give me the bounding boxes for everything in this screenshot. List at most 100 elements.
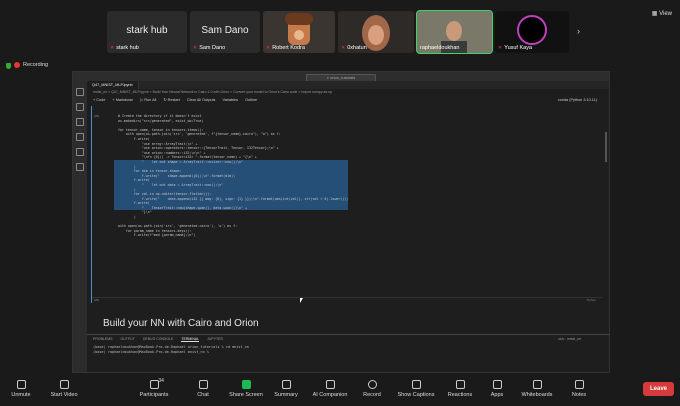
reactions-icon (455, 380, 465, 389)
apps-icon (492, 380, 502, 389)
terminal-instance-label[interactable]: zsh - mnist_nn (558, 335, 581, 343)
flask-icon[interactable] (76, 163, 84, 171)
mic-muted-icon: ✕ (266, 45, 271, 51)
leave-button[interactable]: Leave (642, 382, 674, 396)
search-icon[interactable] (76, 103, 84, 111)
toolbar-label: Share Screen (229, 392, 263, 398)
terminal-output[interactable]: (base) raphaeldoukhan@MacBook-Pro-de-Rap… (87, 343, 609, 357)
meeting-toolbar: Unmute Start Video 34 Participants Chat Share… (0, 376, 680, 406)
notebook-toolbar: + Code + Markdown ▷ Run All ↻ Restart Cl… (87, 96, 609, 104)
participant-display-name: stark hub (126, 25, 168, 36)
terminal-panel: PROBLEMS OUTPUT DEBUG CONSOLE TERMINAL JUPYT… (87, 334, 609, 372)
source-control-icon[interactable] (76, 118, 84, 126)
add-markdown-button[interactable]: + Markdown (112, 98, 133, 102)
summary-button[interactable]: Summary (268, 376, 304, 406)
clear-outputs-button[interactable]: Clear All Outputs (187, 98, 216, 102)
panel-tab-problems[interactable]: PROBLEMS (93, 337, 112, 341)
reactions-button[interactable]: Reactions (440, 376, 480, 406)
cell-language[interactable]: Python (587, 298, 596, 302)
ai-companion-icon (325, 380, 335, 389)
window-titlebar: ⌕ orion_tutorials (73, 72, 609, 82)
participant-name: Sam Dano (199, 45, 226, 51)
toolbar-label: Chat (197, 392, 209, 398)
recording-label: Recording (23, 62, 49, 68)
code-cell[interactable]: [35] # Create the directory if it doesn'… (91, 106, 602, 303)
restart-button[interactable]: ↻ Restart (163, 98, 179, 102)
breadcrumb[interactable]: mnist_nn > Q47_MNIST_MLP.ipynb > Build Y… (87, 89, 609, 96)
toolbar-label: Reactions (447, 392, 473, 398)
participant-name: 0xhatun (347, 45, 367, 51)
mic-muted-icon: ✕ (341, 45, 346, 51)
kernel-picker[interactable]: conda (Python 3.10.11) (558, 96, 597, 104)
shield-icon (6, 63, 11, 69)
record-icon (367, 380, 377, 389)
outline-button[interactable]: Outline (245, 98, 257, 102)
record-button[interactable]: Record (354, 376, 390, 406)
participant-display-name: Sam Dano (201, 25, 249, 36)
variables-button[interactable]: Variables (222, 98, 238, 102)
cell-execution-count: [35] (94, 114, 100, 118)
view-button[interactable]: ▦ View (652, 10, 672, 17)
share-screen-icon (241, 380, 251, 389)
apps-button[interactable]: Apps (482, 376, 512, 406)
chevron-right-icon[interactable]: › (577, 26, 580, 36)
toolbar-label: Whiteboards (521, 392, 553, 398)
recording-indicator[interactable]: Recording (14, 62, 48, 68)
activity-bar (73, 81, 87, 372)
participants-button[interactable]: 34 Participants (132, 376, 176, 406)
code-editor[interactable]: # Create the directory if it doesn't exi… (114, 114, 349, 238)
toolbar-label: AI Companion (312, 392, 348, 398)
participant-name: stark hub (116, 45, 139, 51)
tab-notebook[interactable]: Q47_MNIST_MLP.ipynb (87, 81, 139, 89)
panel-tab-terminal[interactable]: TERMINAL (181, 337, 200, 342)
participant-name: raphaeldoukhan (420, 45, 460, 51)
share-screen-button[interactable]: Share Screen (222, 376, 270, 406)
toolbar-label: Apps (490, 392, 504, 398)
markdown-heading[interactable]: Build your NN with Cairo and Orion (103, 318, 259, 329)
grid-icon: ▦ (651, 11, 660, 17)
participant-tile-yusuf-kaya[interactable]: ✕ Yusuf Kaya (495, 11, 569, 53)
summary-icon (281, 380, 291, 389)
toolbar-label: Show Captions (397, 392, 435, 398)
participant-tile-raphaeldoukhan[interactable]: raphaeldoukhan (416, 10, 493, 54)
chat-icon (198, 380, 208, 389)
notes-button[interactable]: Notes (562, 376, 596, 406)
mic-muted-icon: ✕ (498, 45, 503, 51)
whiteboards-button[interactable]: Whiteboards (514, 376, 560, 406)
participant-tile-0xhatun[interactable]: ✕ 0xhatun (338, 11, 414, 53)
terminal-line: (base) raphaeldoukhan@MacBook-Pro-de-Rap… (93, 350, 212, 354)
participant-count: 34 (158, 378, 164, 384)
participant-tile-sam-dano[interactable]: Sam Dano ✕ Sam Dano (190, 11, 260, 53)
participant-tile-stark-hub[interactable]: stark hub ✕ stark hub (107, 11, 187, 53)
run-all-button[interactable]: ▷ Run All (140, 98, 156, 102)
panel-tab-output[interactable]: OUTPUT (120, 337, 134, 341)
notes-icon (574, 380, 584, 389)
extensions-icon[interactable] (76, 148, 84, 156)
code-line[interactable]: f.write(f"mod {param_name};\n") (114, 233, 348, 238)
mic-muted-icon: ✕ (110, 45, 115, 51)
start-video-button[interactable]: Start Video (42, 376, 86, 406)
cell-footer: [35] Python (92, 297, 602, 303)
participants-icon (149, 380, 159, 389)
chat-button[interactable]: Chat (186, 376, 220, 406)
vscode-window: ⌕ orion_tutorials Q47_MNIST_MLP.ipynb mn… (72, 71, 610, 373)
run-debug-icon[interactable] (76, 133, 84, 141)
scrollbar[interactable] (605, 132, 607, 162)
toolbar-label: Start Video (50, 392, 78, 398)
toolbar-label: Summary (274, 392, 298, 398)
editor-tabs: Q47_MNIST_MLP.ipynb (87, 81, 609, 89)
participant-tile-robert-kodra[interactable]: ✕ Robert Kodra (263, 11, 335, 53)
show-captions-button[interactable]: Show Captions (392, 376, 440, 406)
add-code-button[interactable]: + Code (93, 98, 105, 102)
mouse-cursor-icon (300, 298, 303, 303)
panel-tab-jupyter[interactable]: JUPYTER (207, 337, 223, 341)
toolbar-label: Record (363, 392, 381, 398)
mic-muted-icon: ✕ (193, 45, 198, 51)
panel-tab-debug-console[interactable]: DEBUG CONSOLE (143, 337, 174, 341)
captions-icon (411, 380, 421, 389)
explorer-icon[interactable] (76, 88, 84, 96)
participant-strip: stark hub ✕ stark hub Sam Dano ✕ Sam Dano … (0, 0, 680, 56)
unmute-button[interactable]: Unmute (2, 376, 40, 406)
participant-name: Yusuf Kaya (504, 45, 533, 51)
ai-companion-button[interactable]: AI Companion (304, 376, 356, 406)
